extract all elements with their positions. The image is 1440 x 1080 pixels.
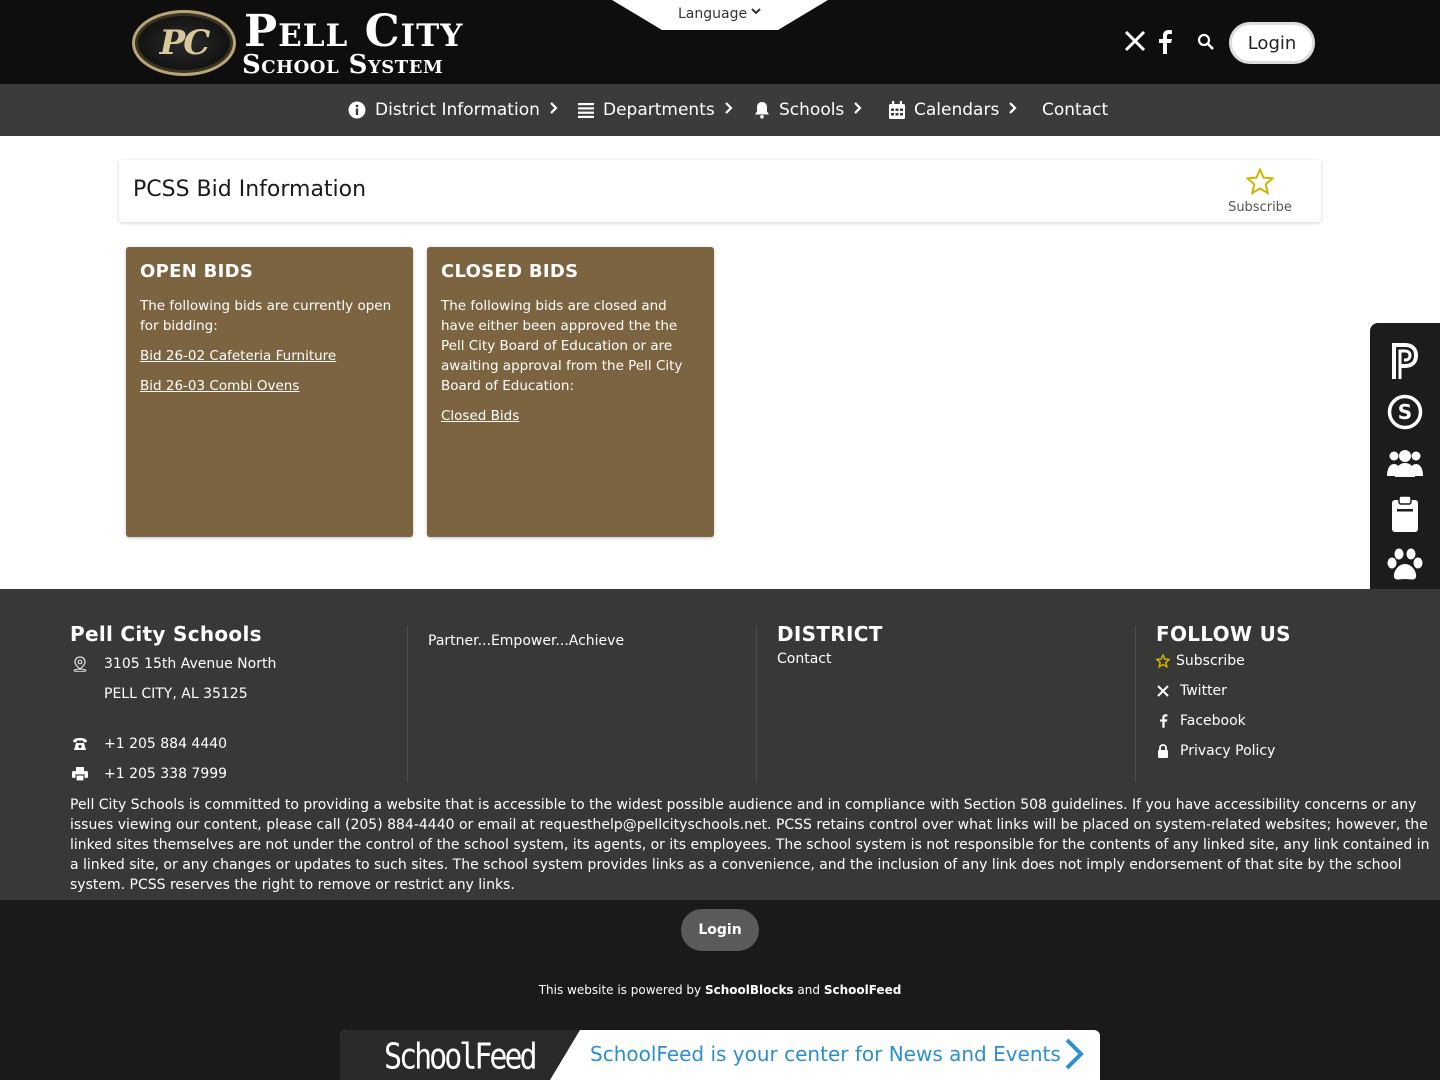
footer-district: DISTRICT xyxy=(777,622,883,646)
schoolfeed-logo: SchoolFeed xyxy=(384,1036,538,1078)
chevron-right-icon xyxy=(724,101,734,119)
powered-by: This website is powered by SchoolBlocks … xyxy=(0,983,1440,997)
address-line1: 3105 15th Avenue North xyxy=(104,656,277,672)
paw-icon[interactable] xyxy=(1385,545,1425,585)
powered-and: and xyxy=(797,983,820,997)
follow-link-label: Twitter xyxy=(1180,683,1227,699)
bell-icon xyxy=(754,101,770,119)
lock-icon xyxy=(1156,744,1170,758)
schoolfeed-tagline: SchoolFeed is your center for News and E… xyxy=(590,1042,1061,1066)
clipboard-icon[interactable] xyxy=(1385,494,1425,534)
follow-heading: FOLLOW US xyxy=(1156,622,1291,646)
logo-seal: PC xyxy=(132,10,236,76)
language-label: Language xyxy=(678,6,748,22)
footer-address-row[interactable]: 3105 15th Avenue North xyxy=(70,656,276,672)
schoolfeed-banner[interactable]: SchoolFeed SchoolFeed is your center for… xyxy=(340,1030,1100,1080)
facebook-icon xyxy=(1156,714,1170,728)
nav-label: District Information xyxy=(375,100,540,120)
nav-label: Calendars xyxy=(914,100,1000,120)
info-circle-icon xyxy=(348,101,366,119)
footer-privacy-link[interactable]: Privacy Policy xyxy=(1156,743,1275,759)
footer-divider xyxy=(407,625,408,783)
footer-subscribe-link[interactable]: Subscribe xyxy=(1156,653,1245,669)
accessibility-disclaimer: Pell City Schools is committed to provid… xyxy=(70,797,1430,893)
chevron-right-icon xyxy=(1064,1037,1084,1075)
footer-divider xyxy=(756,625,757,783)
nav-label: Schools xyxy=(779,100,845,120)
login-button[interactable]: Login xyxy=(1229,22,1315,64)
closed-bids-link[interactable]: Closed Bids xyxy=(441,406,700,426)
site-header: PC Pell City School System Language Logi… xyxy=(0,0,1440,84)
x-twitter-icon xyxy=(1156,685,1170,697)
svg-text:S: S xyxy=(1398,400,1412,424)
district-link: Contact xyxy=(777,651,832,667)
people-icon[interactable] xyxy=(1385,443,1425,483)
site-footer: Pell City Schools 3105 15th Avenue North… xyxy=(0,589,1440,900)
page-title-card: PCSS Bid Information Subscribe xyxy=(119,160,1321,222)
open-bids-block: OPEN BIDS The following bids are current… xyxy=(126,247,413,537)
fax-number: +1 205 338 7999 xyxy=(104,766,228,782)
star-icon xyxy=(1245,167,1275,196)
star-icon xyxy=(1156,654,1170,668)
powered-prefix: This website is powered by xyxy=(538,983,702,997)
bid-link[interactable]: Bid 26-02 Cafeteria Furniture xyxy=(140,346,399,366)
logo-seal-text: PC xyxy=(159,23,211,63)
main-nav: District Information Departments Schools… xyxy=(0,84,1440,136)
district-heading: DISTRICT xyxy=(777,622,883,646)
district-logo[interactable]: PC Pell City School System xyxy=(132,6,462,80)
address-line2: PELL CITY, AL 35125 xyxy=(104,686,248,702)
map-marker-icon xyxy=(70,656,90,672)
school-name-heading: Pell City Schools xyxy=(70,622,262,646)
footer-follow: FOLLOW US xyxy=(1156,622,1291,646)
nav-calendars[interactable]: Calendars xyxy=(889,84,1018,136)
subscribe-button[interactable]: Subscribe xyxy=(1225,167,1295,215)
printer-icon xyxy=(70,767,90,781)
schoolblocks-link[interactable]: SchoolBlocks xyxy=(705,983,794,997)
subscribe-label: Subscribe xyxy=(1228,200,1292,215)
follow-link-label: Facebook xyxy=(1180,713,1246,729)
footer-login-button[interactable]: Login xyxy=(681,909,759,951)
chevron-right-icon xyxy=(549,101,559,119)
nav-contact[interactable]: Contact xyxy=(1042,84,1108,136)
block-text: The following bids are currently open fo… xyxy=(140,298,392,334)
footer-school-name: Pell City Schools xyxy=(70,622,262,646)
facebook-icon[interactable] xyxy=(1157,30,1173,60)
footer-address-row2: PELL CITY, AL 35125 xyxy=(104,686,248,702)
x-twitter-icon[interactable] xyxy=(1124,30,1146,58)
footer-facebook-link[interactable]: Facebook xyxy=(1156,713,1246,729)
search-icon[interactable] xyxy=(1197,33,1215,57)
language-selector[interactable]: Language xyxy=(612,0,828,30)
chevron-right-icon xyxy=(1008,101,1018,119)
follow-link-label: Subscribe xyxy=(1176,653,1245,669)
phone-number: +1 205 884 4440 xyxy=(104,736,228,752)
footer-motto: Partner...Empower...Achieve xyxy=(428,633,624,649)
follow-link-label: Privacy Policy xyxy=(1180,743,1276,759)
phone-icon xyxy=(70,737,90,751)
page-title: PCSS Bid Information xyxy=(133,177,367,202)
footer-district-contact-link[interactable]: Contact xyxy=(777,651,831,667)
nav-label: Departments xyxy=(603,100,715,120)
nav-departments[interactable]: Departments xyxy=(578,84,734,136)
bottom-bar: Login This website is powered by SchoolB… xyxy=(0,900,1440,1080)
nav-district-information[interactable]: District Information xyxy=(348,84,559,136)
nav-schools[interactable]: Schools xyxy=(754,84,863,136)
calendar-icon xyxy=(889,101,905,119)
footer-phone-row[interactable]: +1 205 884 4440 xyxy=(70,736,227,752)
closed-bids-block: CLOSED BIDS The following bids are close… xyxy=(427,247,714,537)
block-title: OPEN BIDS xyxy=(140,261,254,282)
powerschool-icon[interactable] xyxy=(1385,341,1425,381)
footer-divider xyxy=(1135,625,1136,783)
nav-label: Contact xyxy=(1042,100,1109,120)
block-title: CLOSED BIDS xyxy=(441,261,579,282)
schoolcash-icon[interactable]: S xyxy=(1385,392,1425,432)
list-icon xyxy=(578,102,594,118)
bid-link[interactable]: Bid 26-03 Combi Ovens xyxy=(140,376,399,396)
chevron-right-icon xyxy=(853,101,863,119)
logo-line2: School System xyxy=(242,50,444,80)
schoolfeed-link[interactable]: SchoolFeed xyxy=(824,983,901,997)
motto-text: Partner...Empower...Achieve xyxy=(428,633,625,649)
footer-fax-row: +1 205 338 7999 xyxy=(70,766,227,782)
block-text: The following bids are closed and have e… xyxy=(441,298,683,394)
footer-twitter-link[interactable]: Twitter xyxy=(1156,683,1227,699)
